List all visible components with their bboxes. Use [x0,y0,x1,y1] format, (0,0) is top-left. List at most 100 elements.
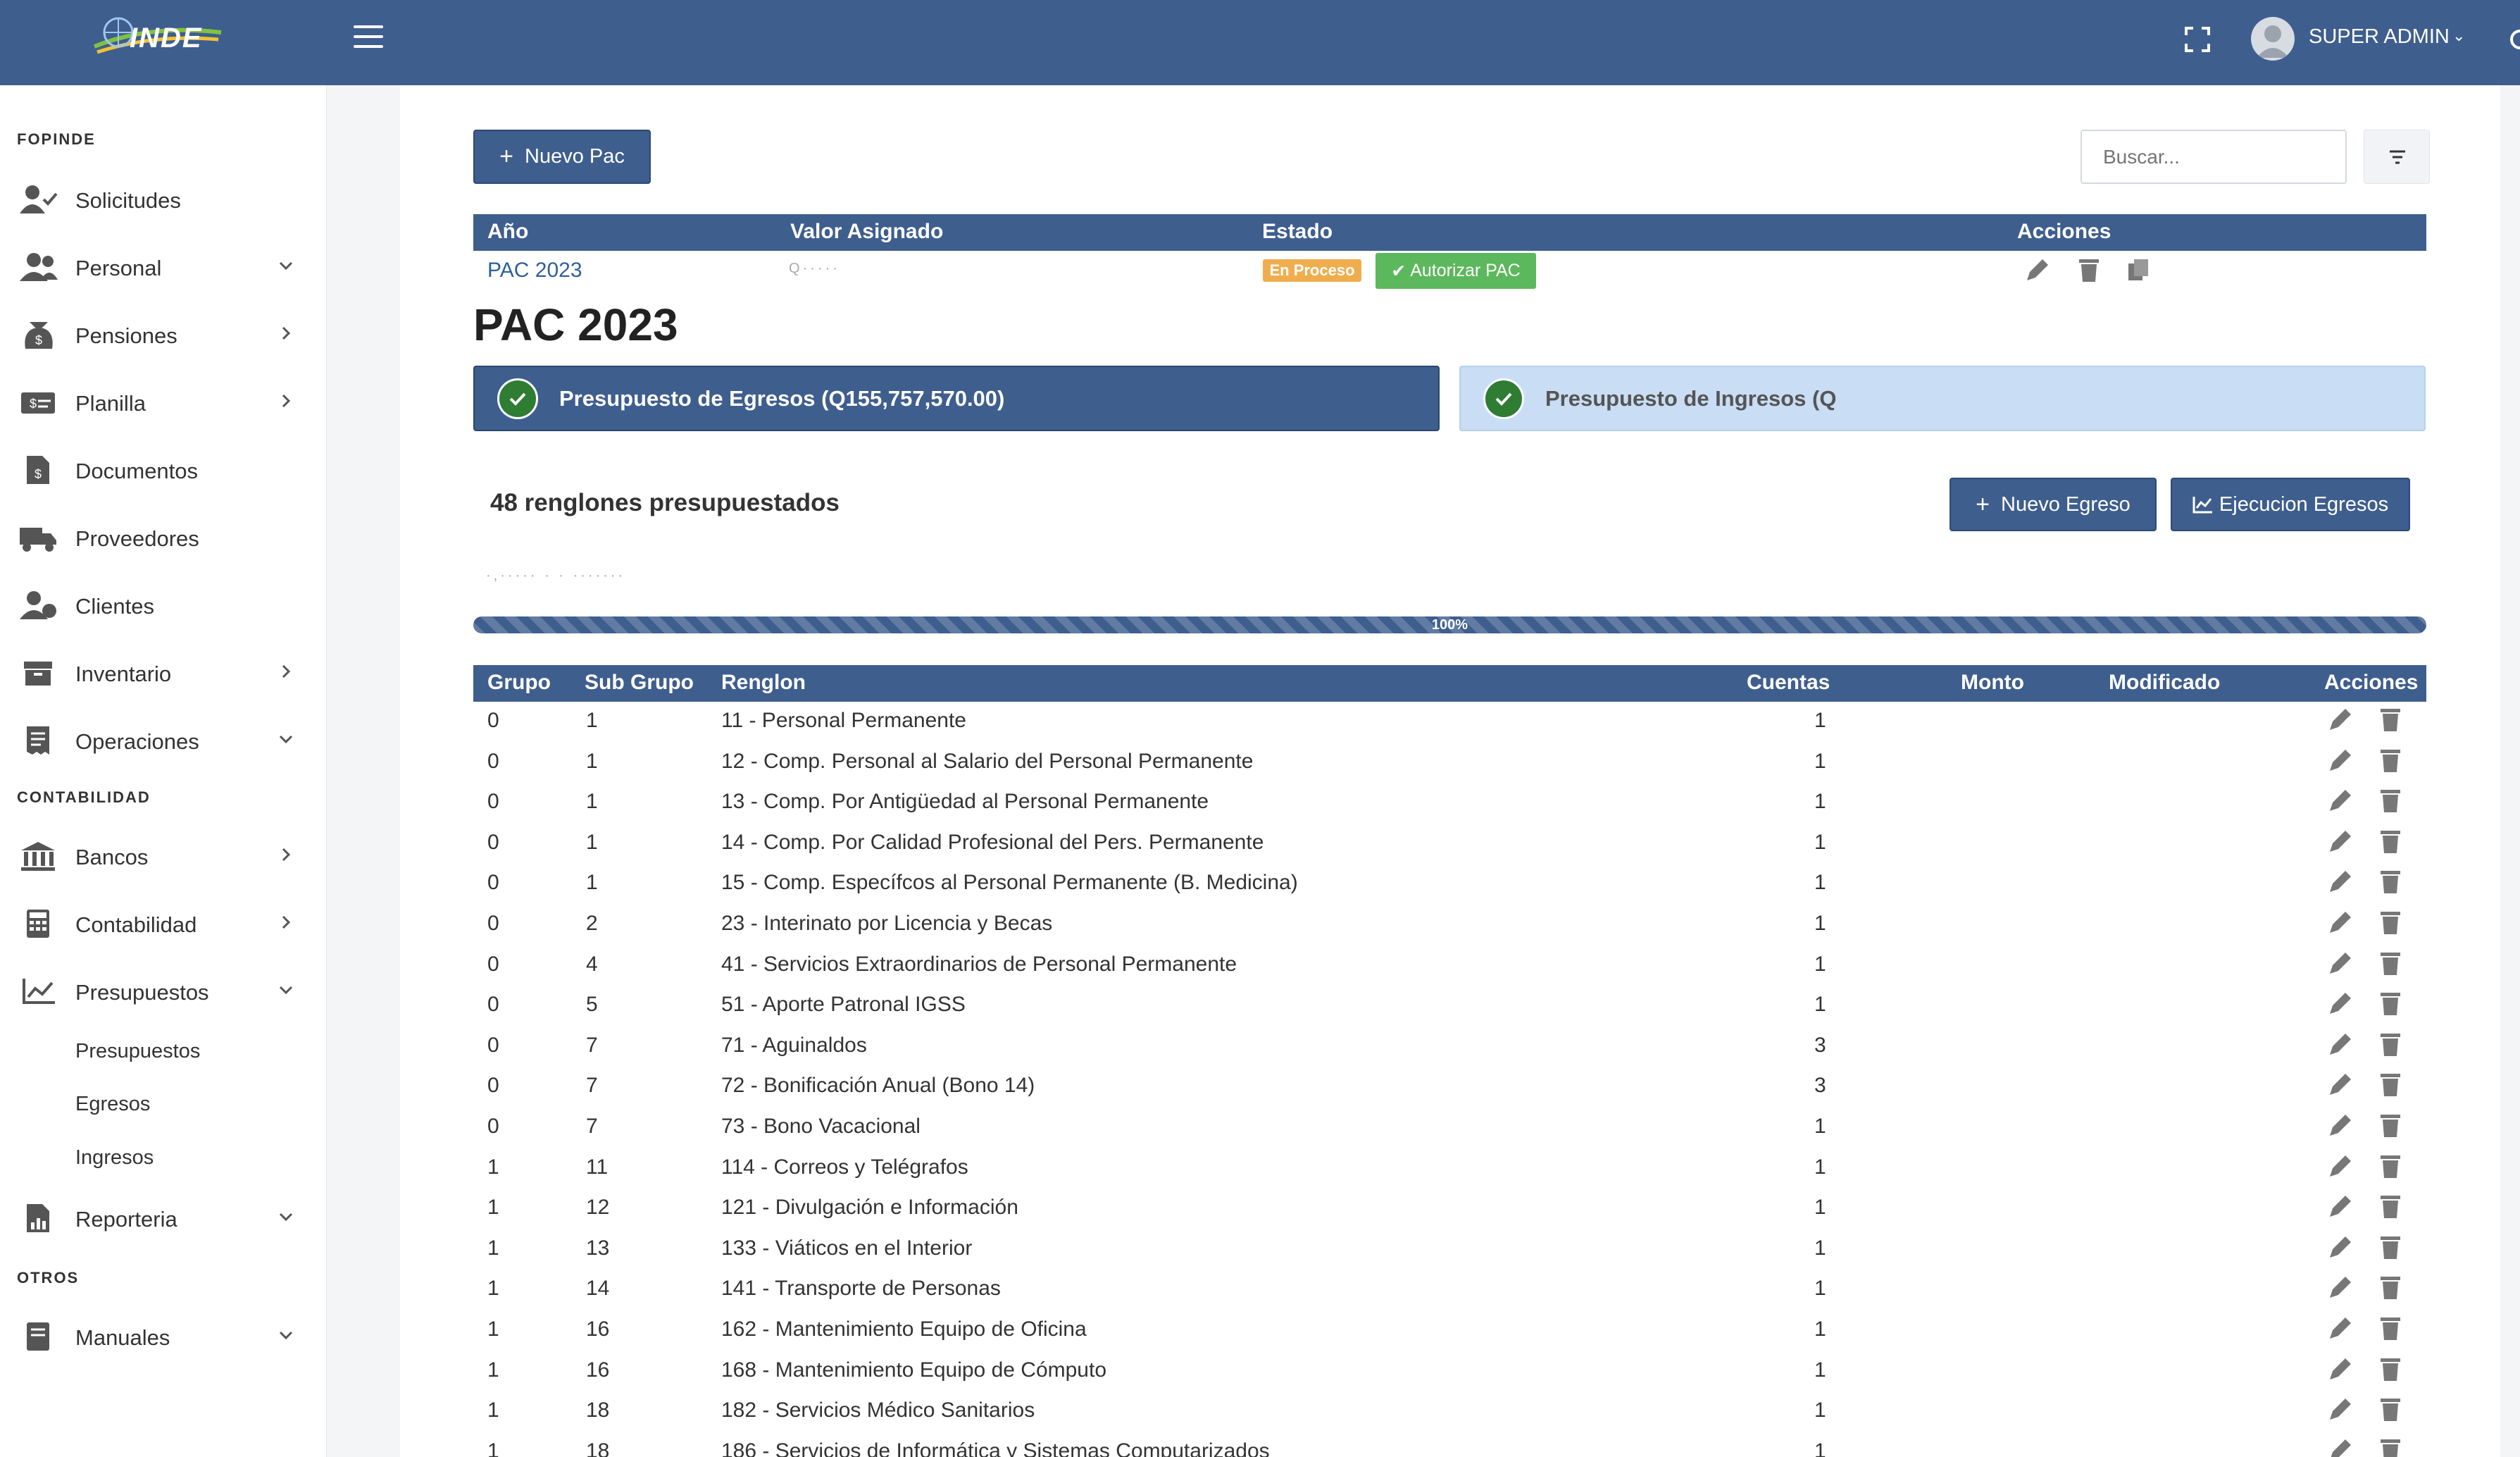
sidebar-item-contabilidad[interactable]: Contabilidad [0,895,327,952]
cell-sub-grupo: 11 [586,1155,609,1179]
sidebar-item-label: Operaciones [75,729,199,754]
edit-icon[interactable] [2327,1315,2352,1341]
sidebar-item-bancos[interactable]: Bancos [0,828,327,884]
gear-icon[interactable] [2505,25,2520,54]
copy-icon[interactable] [2126,256,2151,283]
edit-icon[interactable] [2327,1193,2352,1220]
cell-sub-grupo: 5 [586,993,598,1016]
sidebar-item-inventario[interactable]: Inventario [0,645,327,701]
sidebar-item-presupuestos[interactable]: Presupuestos [0,963,327,1019]
inde-logo[interactable]: INDE [87,8,228,63]
edit-icon[interactable] [2327,706,2352,733]
edit-icon[interactable] [2327,1031,2352,1058]
sidebar-item-documentos[interactable]: $ Documentos [0,442,327,498]
edit-icon[interactable] [2327,1071,2352,1098]
ingresos-panel[interactable]: Presupuesto de Ingresos (Q [1459,366,2426,431]
edit-icon[interactable] [2327,1153,2352,1179]
edit-icon[interactable] [2327,1356,2352,1382]
sidebar-item-pensiones[interactable]: $ Pensiones [0,306,327,363]
redacted-value: Q····· [789,261,840,276]
cell-renglon: 186 - Servicios de Informática y Sistema… [721,1439,1270,1457]
trash-icon[interactable] [2378,868,2403,895]
sidebar-item-manuales[interactable]: Manuales [0,1308,327,1365]
trash-icon[interactable] [2378,706,2403,733]
trash-icon[interactable] [2378,1153,2403,1179]
cell-renglon: 15 - Comp. Específcos al Personal Perman… [721,871,1298,894]
sidebar-item-proveedores[interactable]: Proveedores [0,509,327,566]
edit-icon[interactable] [2327,950,2352,976]
edit-icon[interactable] [2327,1396,2352,1422]
fullscreen-icon[interactable] [2183,25,2212,54]
cell-cuentas: 3 [1814,1074,1826,1097]
chevron-down-icon[interactable]: ⌄ [2452,27,2465,45]
new-pac-button[interactable]: + Nuevo Pac [473,130,651,184]
sidebar-subitem-egresos[interactable]: Egresos [75,1093,150,1116]
edit-icon[interactable] [2327,747,2352,774]
trash-icon[interactable] [2378,1356,2403,1382]
pac-year-link[interactable]: PAC 2023 [487,259,582,283]
trash-icon[interactable] [2378,1112,2403,1139]
trash-icon[interactable] [2378,909,2403,936]
main-content [400,85,2500,1457]
trash-icon[interactable] [2378,1071,2403,1098]
check-icon: ✔ [1391,261,1406,281]
cell-cuentas: 1 [1814,993,1826,1016]
trash-icon[interactable] [2378,950,2403,976]
page-title: PAC 2023 [473,299,678,350]
trash-icon[interactable] [2378,1031,2403,1058]
trash-icon[interactable] [2378,1396,2403,1422]
trash-icon[interactable] [2378,1437,2403,1457]
edit-icon[interactable] [2327,1437,2352,1457]
sidebar-item-reporteria[interactable]: Reporteria [0,1190,327,1246]
search-input[interactable] [2081,130,2347,184]
sidebar-subitem-ingresos[interactable]: Ingresos [75,1146,154,1170]
header-renglon: Renglon [721,671,806,694]
exec-egresos-button[interactable]: Ejecucion Egresos [2171,478,2410,531]
user-name[interactable]: SUPER ADMIN [2309,25,2450,49]
cell-cuentas: 1 [1814,790,1826,813]
user-avatar[interactable] [2251,17,2295,61]
trash-icon[interactable] [2378,1234,2403,1260]
edit-icon[interactable] [2327,1112,2352,1139]
sidebar-item-label: Proveedores [75,526,199,551]
edit-icon[interactable] [2327,909,2352,936]
trash-icon[interactable] [2378,747,2403,774]
progress-label: 100% [1431,617,1468,633]
sidebar-item-clientes[interactable]: Clientes [0,577,327,633]
cell-grupo: 1 [487,1318,499,1341]
filter-button[interactable] [2364,130,2430,184]
edit-icon[interactable] [2327,787,2352,814]
edit-icon[interactable] [2327,828,2352,855]
trash-icon[interactable] [2076,256,2102,283]
section-title-otros: OTROS [17,1269,80,1286]
edit-icon[interactable] [2327,1234,2352,1260]
edit-icon[interactable] [2327,1274,2352,1301]
sidebar-item-personal[interactable]: Personal [0,239,327,295]
edit-icon[interactable] [2327,868,2352,895]
bank-icon [21,842,55,871]
trash-icon[interactable] [2378,990,2403,1017]
sidebar-subitem-presupuestos[interactable]: Presupuestos [75,1040,200,1063]
new-egreso-button[interactable]: + Nuevo Egreso [1950,478,2157,531]
cell-renglon: 41 - Servicios Extraordinarios de Person… [721,953,1237,976]
sidebar-item-solicitudes[interactable]: Solicitudes [0,171,327,228]
chevron-right-icon [282,664,291,678]
trash-icon[interactable] [2378,1315,2403,1341]
cell-grupo: 0 [487,912,499,935]
sidebar-item-label: Reporteria [75,1207,177,1232]
sidebar-item-operaciones[interactable]: Operaciones [0,712,327,769]
egresos-panel[interactable]: Presupuesto de Egresos (Q155,757,570.00) [473,366,1440,431]
authorize-pac-button[interactable]: ✔ Autorizar PAC [1376,253,1536,289]
edit-icon[interactable] [2327,990,2352,1017]
sidebar-item-label: Contabilidad [75,912,197,937]
edit-icon[interactable] [2024,256,2050,283]
cell-sub-grupo: 14 [586,1277,610,1300]
trash-icon[interactable] [2378,787,2403,814]
sidebar-item-label: Personal [75,256,162,280]
chart-line-icon [2192,497,2212,514]
menu-toggle-icon[interactable] [354,25,383,49]
sidebar-item-planilla[interactable]: $ Planilla [0,374,327,430]
trash-icon[interactable] [2378,1193,2403,1220]
trash-icon[interactable] [2378,828,2403,855]
trash-icon[interactable] [2378,1274,2403,1301]
